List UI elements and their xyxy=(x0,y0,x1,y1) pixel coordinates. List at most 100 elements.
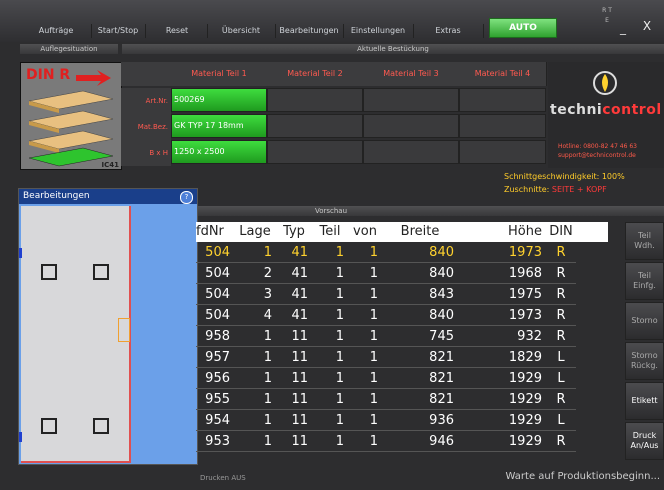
hinge-marker xyxy=(118,318,130,342)
storno-button[interactable]: Storno xyxy=(625,302,664,340)
table-row[interactable]: 954 1 11 1 1 936 1929 L xyxy=(196,411,608,432)
table-cell: 504 xyxy=(196,285,234,305)
table-cell: 11 xyxy=(276,432,312,452)
mat-row-matbez: Mat.Bez. xyxy=(121,114,171,140)
mat-bxh-teil1[interactable]: 1250 x 2500 xyxy=(171,140,267,164)
menu-extras[interactable]: Extras xyxy=(414,21,484,41)
table-cell: 821 xyxy=(382,390,458,410)
table-cell: R xyxy=(546,306,576,326)
menu-einstellungen[interactable]: Einstellungen xyxy=(344,21,414,41)
table-cell: 1929 xyxy=(458,411,546,431)
button-label: Storno xyxy=(631,316,658,325)
table-cell: 1 xyxy=(348,390,382,410)
druck-an-aus-button[interactable]: Druck An/Aus xyxy=(625,422,664,460)
button-label: Storno xyxy=(631,351,658,360)
table-cell: 1 xyxy=(348,369,382,389)
menu-auftraege[interactable]: Aufträge xyxy=(22,21,92,41)
mat-cell[interactable] xyxy=(459,140,546,164)
aufl-header: Auflegesituation xyxy=(20,44,118,54)
auto-button[interactable]: AUTO xyxy=(489,18,557,38)
button-label: Etikett xyxy=(631,396,658,405)
storno-rueckg-button[interactable]: Storno Rückg. xyxy=(625,342,664,380)
table-cell: R xyxy=(546,432,576,452)
table-cell: 1975 xyxy=(458,285,546,305)
table-cell: R xyxy=(546,285,576,305)
table-cell: 504 xyxy=(196,264,234,284)
table-cell: 1 xyxy=(348,264,382,284)
teil-einfg-button[interactable]: Teil Einfg. xyxy=(625,262,664,300)
help-icon[interactable]: ? xyxy=(180,191,193,204)
hotline-email: support@technicontrol.de xyxy=(558,152,636,159)
button-label: An/Aus xyxy=(630,441,659,450)
table-cell: 1 xyxy=(234,411,276,431)
menu-bearbeitungen[interactable]: Bearbeitungen xyxy=(276,21,344,41)
table-row[interactable]: 958 1 11 1 1 745 932 R xyxy=(196,327,608,348)
button-label: Teil xyxy=(638,231,651,240)
cuts-text: Zuschnitte: SEITE + KOPF xyxy=(504,185,607,194)
col-header-typ[interactable]: Typ xyxy=(276,222,312,242)
table-cell: 1 xyxy=(312,264,348,284)
table-cell: 3 xyxy=(234,285,276,305)
col-header-din[interactable]: DIN xyxy=(546,222,576,242)
table-row[interactable]: 504 2 41 1 1 840 1968 R xyxy=(196,264,608,285)
mat-cell[interactable] xyxy=(459,114,546,138)
rte-indicator[interactable]: R T E xyxy=(600,6,614,38)
table-row[interactable]: 953 1 11 1 1 946 1929 R xyxy=(196,432,608,453)
table-cell: 41 xyxy=(276,264,312,284)
col-header-lage[interactable]: Lage xyxy=(234,222,276,242)
table-cell: 1973 xyxy=(458,306,546,326)
menu-reset[interactable]: Reset xyxy=(148,21,208,41)
table-cell: 41 xyxy=(276,306,312,326)
table-cell: L xyxy=(546,348,576,368)
table-cell: 958 xyxy=(196,327,234,347)
table-cell: 1 xyxy=(348,327,382,347)
mat-cell[interactable] xyxy=(459,88,546,112)
bestueckung-header: Aktuelle Bestückung xyxy=(122,44,664,54)
table-cell: R xyxy=(546,327,576,347)
table-cell: 957 xyxy=(196,348,234,368)
menu-uebersicht[interactable]: Übersicht xyxy=(208,21,276,41)
mat-cell[interactable] xyxy=(363,114,459,138)
table-row[interactable]: 957 1 11 1 1 821 1829 L xyxy=(196,348,608,369)
teil-wdh-button[interactable]: Teil Wdh. xyxy=(625,222,664,260)
table-cell: 1929 xyxy=(458,369,546,389)
minimize-button[interactable]: _ xyxy=(616,18,630,40)
table-cell: 1 xyxy=(234,348,276,368)
table-cell: 1968 xyxy=(458,264,546,284)
table-cell: 1 xyxy=(312,369,348,389)
col-header-teil[interactable]: Teil xyxy=(312,222,348,242)
col-header-breite[interactable]: Breite xyxy=(382,222,458,242)
app-window: Aufträge Start/Stop Reset Übersicht Bear… xyxy=(0,0,664,490)
close-button[interactable]: X xyxy=(632,12,662,40)
table-cell: 1 xyxy=(312,411,348,431)
mat-cell[interactable] xyxy=(363,88,459,112)
table-cell: 954 xyxy=(196,411,234,431)
col-header-von[interactable]: von xyxy=(348,222,382,242)
mat-matbez-teil1[interactable]: GK TYP 17 18mm xyxy=(171,114,267,138)
table-row[interactable]: 504 4 41 1 1 840 1973 R xyxy=(196,306,608,327)
table-cell: R xyxy=(546,243,576,263)
mat-cell[interactable] xyxy=(267,140,363,164)
board-preview xyxy=(19,206,131,463)
mat-artnr-teil1[interactable]: 500269 xyxy=(171,88,267,112)
table-cell: 1929 xyxy=(458,432,546,452)
table-row[interactable]: 504 3 41 1 1 843 1975 R xyxy=(196,285,608,306)
mat-cell[interactable] xyxy=(363,140,459,164)
col-header-fdnr[interactable]: fdNr xyxy=(196,222,234,242)
col-header-empty xyxy=(576,222,608,242)
table-row[interactable]: 504 1 41 1 1 840 1973 R xyxy=(196,243,608,264)
logo-text-a: techni xyxy=(550,102,603,118)
drill-hole-icon xyxy=(41,264,57,280)
table-row[interactable]: 955 1 11 1 1 821 1929 R xyxy=(196,390,608,411)
col-header-hoehe[interactable]: Höhe xyxy=(458,222,546,242)
table-row[interactable]: 956 1 11 1 1 821 1929 L xyxy=(196,369,608,390)
mat-cell[interactable] xyxy=(267,114,363,138)
etikett-button[interactable]: Etikett xyxy=(625,382,664,420)
menu-start-stop[interactable]: Start/Stop xyxy=(92,21,146,41)
table-cell: 11 xyxy=(276,390,312,410)
table-cell: 1 xyxy=(348,432,382,452)
table-cell: 2 xyxy=(234,264,276,284)
cuts-label: Zuschnitte: xyxy=(504,185,550,194)
table-cell: 41 xyxy=(276,243,312,263)
mat-cell[interactable] xyxy=(267,88,363,112)
